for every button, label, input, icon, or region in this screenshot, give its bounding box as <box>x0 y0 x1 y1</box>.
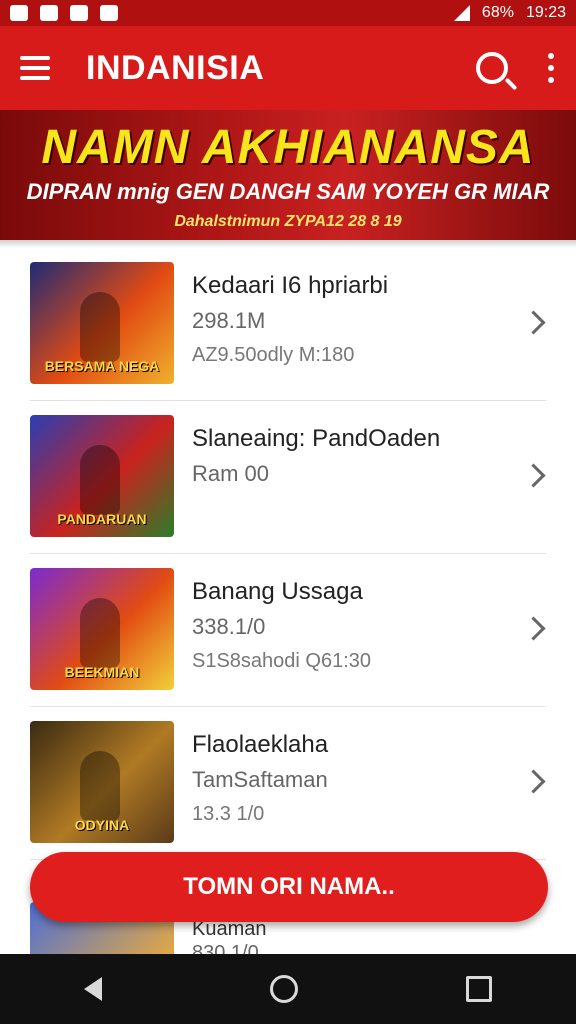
thumbnail-figure <box>80 445 120 515</box>
item-title: Flaolaeklaha <box>192 731 329 758</box>
signal-icon <box>453 5 470 21</box>
item-title: Banang Ussaga <box>192 578 363 605</box>
thumbnail-caption: PANDARUAN <box>57 511 147 527</box>
status-bar: 68% 19:23 <box>0 0 576 26</box>
list-item-text: Kedaari I6 hpriarbi 298.1M AZ9.50odly M:… <box>192 272 512 367</box>
item-title: Kedaari I6 hpriarbi <box>192 272 389 299</box>
promo-banner[interactable]: NAMN AKHIANANSA DIPRAN mnig GEN DANGH SA… <box>0 110 576 240</box>
chevron-right-icon[interactable] <box>522 467 542 487</box>
thumbnail-figure <box>80 751 120 821</box>
menu-icon[interactable] <box>20 56 50 80</box>
banner-title: NAMN AKHIANANSA <box>41 121 535 174</box>
thumbnail-caption: ODYINA <box>74 817 130 833</box>
list-item-text: Flaolaeklaha TamSaftaman 13.3 1/0 <box>192 731 512 826</box>
primary-cta-button[interactable]: TOMN ORI NAMA.. <box>30 852 548 922</box>
list-item[interactable]: BEEKMIAN Banang Ussaga 338.1/0 S1S8sahod… <box>30 554 546 707</box>
home-icon[interactable] <box>270 975 298 1003</box>
status-right: 68% 19:23 <box>453 4 566 22</box>
thumbnail-image: ODYINA <box>30 721 174 843</box>
time-text: 19:23 <box>525 4 566 21</box>
search-icon[interactable] <box>476 52 508 84</box>
chevron-right-icon[interactable] <box>522 620 542 640</box>
item-subtitle: 298.1M <box>192 308 266 333</box>
list-item[interactable]: ODYINA Flaolaeklaha TamSaftaman 13.3 1/0 <box>30 707 546 860</box>
system-nav-bar <box>0 954 576 1024</box>
chevron-right-icon[interactable] <box>522 773 542 793</box>
list-item[interactable]: BERSAMA NEGA Kedaari I6 hpriarbi 298.1M … <box>30 248 546 401</box>
notification-icon <box>40 5 58 21</box>
item-subtitle: TamSaftaman <box>192 767 328 792</box>
app-title: INDANISIA <box>86 48 265 87</box>
thumbnail-figure <box>80 598 120 668</box>
back-icon[interactable] <box>84 977 102 1001</box>
app-bar: INDANISIA <box>0 26 576 110</box>
item-title: Slaneaing: PandOaden <box>192 425 441 452</box>
more-options-icon[interactable] <box>548 53 554 83</box>
item-meta: AZ9.50odly M:180 <box>192 344 355 366</box>
status-left-icons <box>10 5 118 21</box>
list-item[interactable]: PANDARUAN Slaneaing: PandOaden Ram 00 <box>30 401 546 554</box>
banner-shadow <box>0 240 576 248</box>
thumbnail-caption: BERSAMA NEGA <box>44 358 160 374</box>
item-subtitle: Ram 00 <box>192 461 270 486</box>
item-meta: S1S8sahodi Q61:30 <box>192 650 372 672</box>
notification-icon <box>100 5 118 21</box>
item-meta: 13.3 1/0 <box>192 803 265 825</box>
list-item-text: Banang Ussaga 338.1/0 S1S8sahodi Q61:30 <box>192 578 512 673</box>
notification-icon <box>10 5 28 21</box>
thumbnail-image: BEEKMIAN <box>30 568 174 690</box>
recent-apps-icon[interactable] <box>466 976 492 1002</box>
item-subtitle: 338.1/0 <box>192 614 266 639</box>
thumbnail-figure <box>80 292 120 362</box>
list-item-text: Slaneaing: PandOaden Ram 00 <box>192 425 512 497</box>
thumbnail-caption: BEEKMIAN <box>64 664 140 680</box>
banner-subtitle: DIPRAN mnig GEN DANGH SAM YOYEH GR MIAR <box>26 179 550 204</box>
banner-small-text: Dahalstnimun ZYPA12 28 8 19 <box>174 213 402 230</box>
thumbnail-image: BERSAMA NEGA <box>30 262 174 384</box>
chevron-right-icon[interactable] <box>522 314 542 334</box>
thumbnail-image: PANDARUAN <box>30 415 174 537</box>
battery-text: 68% <box>481 4 514 21</box>
content-list: BERSAMA NEGA Kedaari I6 hpriarbi 298.1M … <box>0 248 576 860</box>
notification-icon <box>70 5 88 21</box>
